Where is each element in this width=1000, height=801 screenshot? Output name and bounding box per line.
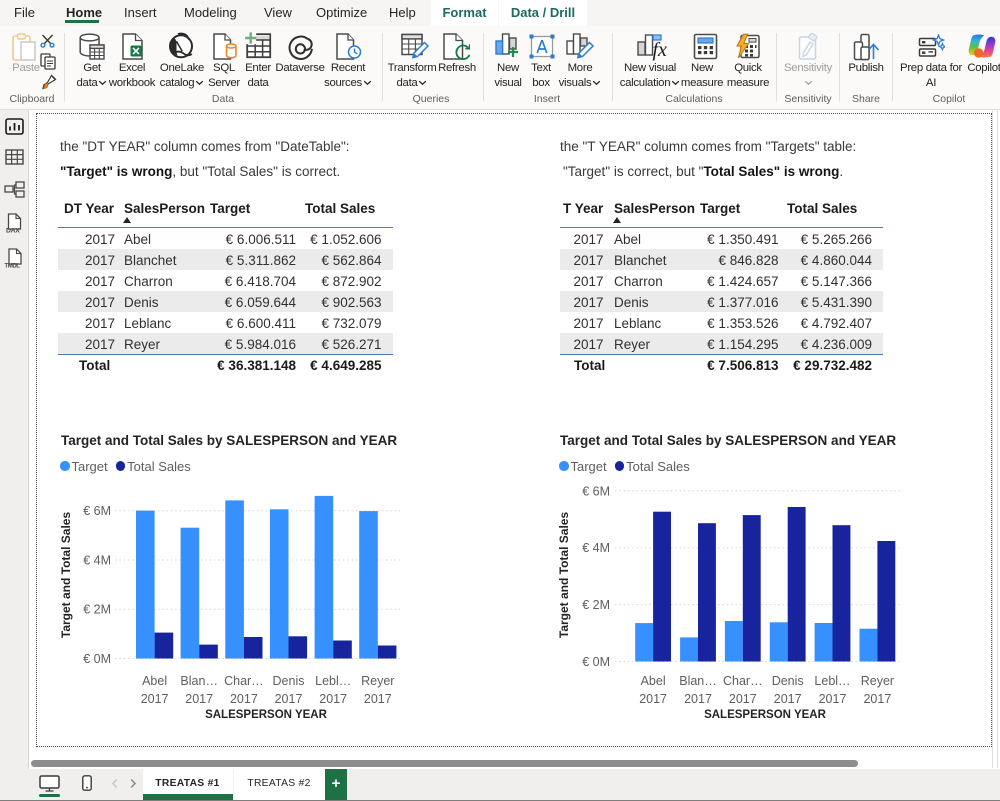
svg-text:2017: 2017 — [684, 692, 712, 706]
svg-text:Char…: Char… — [224, 674, 264, 688]
svg-text:SALESPERSON YEAR: SALESPERSON YEAR — [205, 709, 328, 721]
svg-text:Blan…: Blan… — [679, 674, 717, 688]
svg-text:2017: 2017 — [141, 692, 169, 706]
svg-text:€ 4M: € 4M — [582, 541, 610, 555]
svg-text:Target and Total Sales: Target and Total Sales — [59, 512, 73, 639]
svg-text:SALESPERSON YEAR: SALESPERSON YEAR — [704, 709, 827, 721]
svg-text:Char…: Char… — [723, 674, 763, 688]
svg-text:2017: 2017 — [819, 692, 847, 706]
svg-text:2017: 2017 — [729, 692, 757, 706]
svg-text:2017: 2017 — [774, 692, 802, 706]
svg-text:€ 6M: € 6M — [83, 504, 111, 518]
svg-text:Denis: Denis — [273, 674, 305, 688]
svg-text:2017: 2017 — [230, 692, 258, 706]
svg-text:Target and Total Sales: Target and Total Sales — [557, 512, 571, 639]
svg-text:TMDL: TMDL — [5, 264, 21, 270]
svg-text:Reyer: Reyer — [861, 674, 894, 688]
svg-text:2017: 2017 — [185, 692, 213, 706]
svg-text:Reyer: Reyer — [361, 674, 394, 688]
svg-text:fx: fx — [653, 39, 668, 61]
svg-text:€ 2M: € 2M — [83, 603, 111, 617]
svg-text:2017: 2017 — [863, 692, 891, 706]
svg-text:€ 6M: € 6M — [582, 484, 610, 498]
svg-text:€ 4M: € 4M — [83, 554, 111, 568]
svg-text:2017: 2017 — [364, 692, 392, 706]
svg-text:€ 2M: € 2M — [582, 598, 610, 612]
svg-text:DAX: DAX — [6, 228, 20, 235]
svg-text:€ 0M: € 0M — [83, 652, 111, 666]
svg-text:Lebl…: Lebl… — [315, 674, 351, 688]
svg-text:2017: 2017 — [275, 692, 303, 706]
svg-text:2017: 2017 — [639, 692, 667, 706]
svg-text:Blan…: Blan… — [180, 674, 218, 688]
svg-text:Abel: Abel — [641, 674, 666, 688]
svg-text:€ 0M: € 0M — [582, 655, 610, 669]
svg-text:Abel: Abel — [142, 674, 167, 688]
svg-text:Lebl…: Lebl… — [814, 674, 850, 688]
svg-text:Denis: Denis — [772, 674, 804, 688]
svg-text:2017: 2017 — [319, 692, 347, 706]
